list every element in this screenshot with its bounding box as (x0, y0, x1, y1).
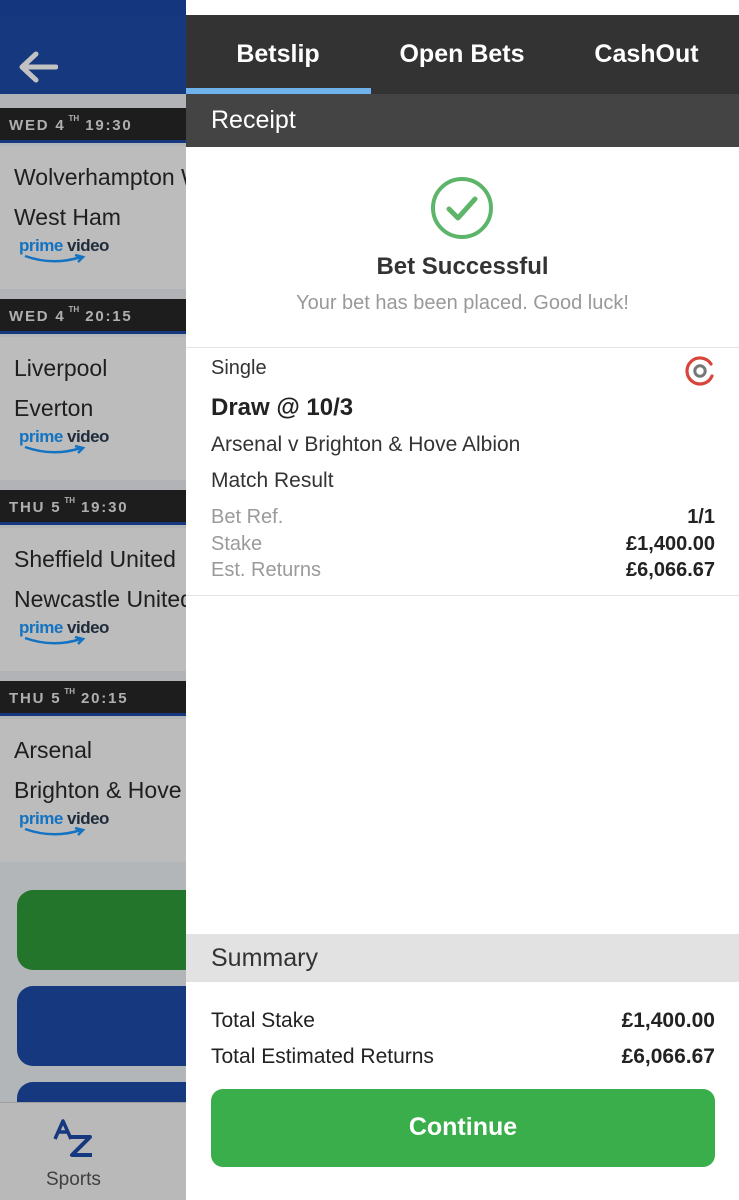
success-subtitle: Your bet has been placed. Good luck! (296, 292, 629, 314)
stake-label: Stake (211, 533, 263, 555)
receipt-header: Receipt (186, 94, 739, 147)
total-returns-label: Total Estimated Returns (211, 1045, 434, 1068)
stake-value: £1,400.00 (626, 533, 715, 555)
total-stake-label: Total Stake (211, 1009, 315, 1032)
success-check-icon (431, 177, 493, 239)
bet-event: Arsenal v Brighton & Hove Albion (211, 433, 521, 456)
success-title: Bet Successful (376, 253, 549, 280)
tab-betslip[interactable]: Betslip (186, 15, 370, 94)
total-returns-value: £6,066.67 (621, 1045, 715, 1068)
loading-spinner-icon (685, 356, 714, 386)
total-stake-value: £1,400.00 (621, 1009, 715, 1032)
bet-selection: Draw @ 10/3 (211, 394, 354, 421)
betslip-panel: Betslip Open Bets CashOut Receipt Bet Su… (186, 0, 739, 1200)
summary-header: Summary (186, 934, 739, 982)
bet-type: Single (211, 357, 267, 379)
est-returns-label: Est. Returns (211, 559, 322, 581)
divider (186, 595, 739, 596)
continue-button[interactable]: Continue (211, 1089, 715, 1167)
tab-open-bets[interactable]: Open Bets (370, 15, 554, 94)
betslip-tabs: Betslip Open Bets CashOut (186, 15, 739, 94)
est-returns-value: £6,066.67 (626, 559, 715, 581)
bet-market: Match Result (211, 469, 334, 492)
bet-ref-value: 1/1 (687, 506, 715, 528)
divider (186, 347, 739, 348)
tab-cashout[interactable]: CashOut (554, 15, 739, 94)
bet-ref-label: Bet Ref. (211, 506, 284, 528)
